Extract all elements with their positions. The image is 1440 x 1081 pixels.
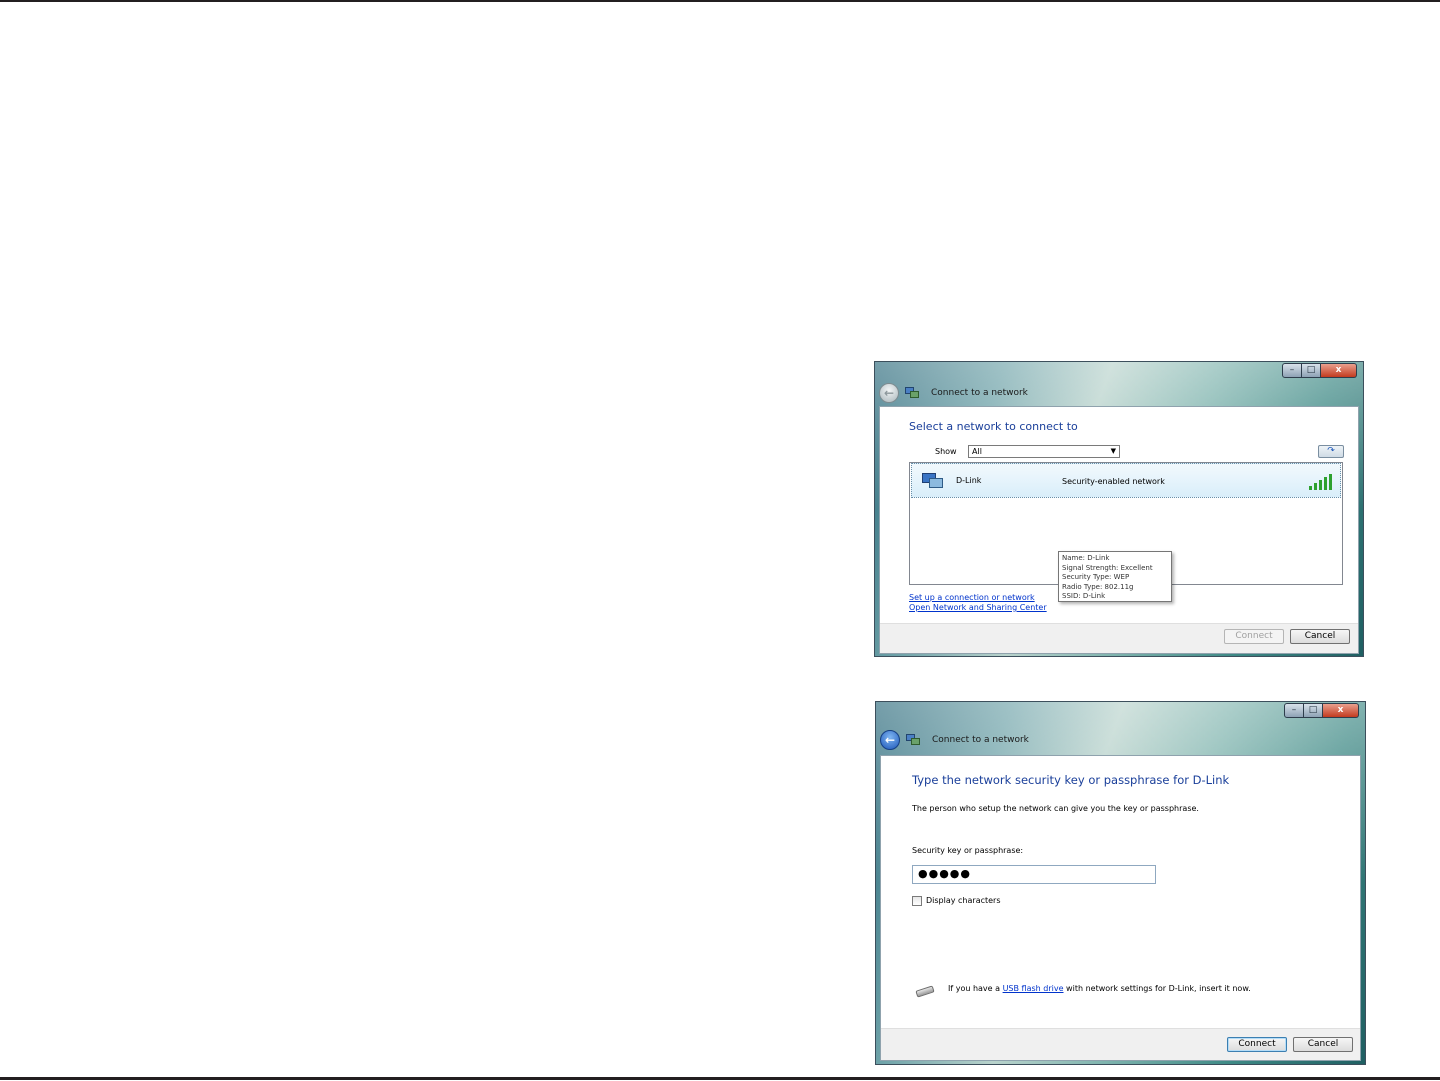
- bottom-rule: [0, 1077, 1440, 1080]
- signal-bar: [1314, 483, 1317, 490]
- security-key-label: Security key or passphrase:: [912, 846, 1024, 855]
- back-arrow-icon[interactable]: ←: [879, 383, 899, 403]
- tooltip-line: Security Type: WEP: [1062, 573, 1130, 582]
- signal-bar: [1319, 480, 1322, 490]
- window-title: Connect to a network: [931, 388, 1028, 398]
- wireless-network-icon: [922, 473, 944, 491]
- button-bar: Connect Cancel: [880, 623, 1358, 653]
- display-characters-label: Display characters: [926, 896, 1001, 905]
- button-bar: Connect Cancel: [881, 1028, 1360, 1060]
- signal-bar: [1309, 486, 1312, 490]
- window-controls: – □ x: [1282, 363, 1357, 378]
- connect-network-window-select: – □ x ← Connect to a network Select a ne…: [874, 361, 1364, 657]
- window-title: Connect to a network: [932, 735, 1029, 745]
- network-security: Security-enabled network: [1062, 477, 1165, 486]
- close-button[interactable]: x: [1321, 363, 1357, 378]
- title-bar: ← Connect to a network: [879, 382, 1028, 404]
- connect-button[interactable]: Connect: [1224, 629, 1284, 644]
- chevron-down-icon: ▼: [1110, 447, 1116, 455]
- connect-network-window-key: – □ x ← Connect to a network Type the ne…: [875, 701, 1366, 1065]
- window-content: Select a network to connect to Show All …: [879, 406, 1359, 654]
- connect-button[interactable]: Connect: [1227, 1037, 1287, 1052]
- maximize-button[interactable]: □: [1302, 363, 1321, 378]
- tooltip-line: Signal Strength: Excellent: [1062, 563, 1153, 572]
- signal-bar: [1324, 477, 1327, 490]
- show-filter-select[interactable]: All ▼: [968, 445, 1120, 458]
- top-rule: [0, 0, 1440, 2]
- minimize-button[interactable]: –: [1284, 703, 1304, 718]
- page-heading: Select a network to connect to: [909, 420, 1078, 433]
- minimize-button[interactable]: –: [1282, 363, 1302, 378]
- network-row-d-link[interactable]: D-Link Security-enabled network: [911, 463, 1341, 498]
- maximize-button[interactable]: □: [1304, 703, 1323, 718]
- network-name: D-Link: [956, 476, 982, 485]
- usb-hint-text: If you have a USB flash drive with netwo…: [948, 984, 1251, 993]
- close-button[interactable]: x: [1323, 703, 1359, 718]
- window-content: Type the network security key or passphr…: [880, 755, 1361, 1061]
- network-icon: [905, 387, 919, 399]
- network-tooltip: Name: D-Link Signal Strength: Excellent …: [1058, 551, 1172, 602]
- tooltip-line: Radio Type: 802.11g: [1062, 582, 1134, 591]
- security-key-input[interactable]: ●●●●●: [912, 865, 1156, 884]
- refresh-button[interactable]: ↷: [1318, 445, 1344, 458]
- usb-hint-suffix: with network settings for D-Link, insert…: [1063, 984, 1251, 993]
- signal-strength-icon: [1309, 473, 1333, 490]
- display-characters-checkbox[interactable]: [912, 896, 922, 906]
- show-filter-value: All: [972, 447, 982, 456]
- network-list: D-Link Security-enabled network Name: D-…: [909, 462, 1343, 602]
- tooltip-line: Name: D-Link: [1062, 554, 1110, 562]
- cancel-button[interactable]: Cancel: [1293, 1037, 1353, 1052]
- back-arrow-icon[interactable]: ←: [880, 730, 900, 750]
- show-label: Show: [935, 447, 957, 456]
- page-heading: Type the network security key or passphr…: [912, 773, 1230, 787]
- usb-flash-drive-link[interactable]: USB flash drive: [1003, 984, 1064, 993]
- title-bar: ← Connect to a network: [880, 729, 1029, 751]
- window-controls: – □ x: [1284, 703, 1359, 718]
- refresh-icon: ↷: [1327, 446, 1335, 456]
- cancel-button[interactable]: Cancel: [1290, 629, 1350, 644]
- usb-hint-prefix: If you have a: [948, 984, 1003, 993]
- tooltip-line: SSID: D-Link: [1062, 592, 1106, 601]
- network-icon: [906, 734, 920, 746]
- usb-drive-icon: [912, 985, 938, 998]
- setup-connection-link[interactable]: Set up a connection or network: [909, 593, 1035, 602]
- description-text: The person who setup the network can giv…: [912, 804, 1199, 813]
- network-sharing-center-link[interactable]: Open Network and Sharing Center: [909, 603, 1047, 612]
- signal-bar: [1329, 474, 1332, 490]
